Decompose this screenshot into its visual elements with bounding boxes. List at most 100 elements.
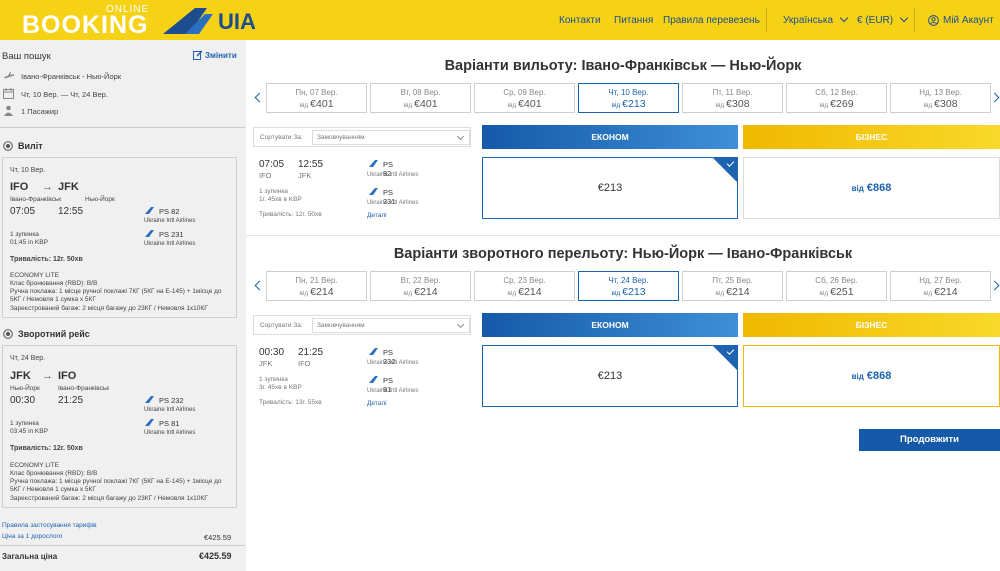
outbound-flight-1-no: PS 82 [159, 207, 180, 216]
inbound-summary-card: Чт, 24 Вер. JFK → IFO Нью-Йорк Івано-Фра… [2, 345, 237, 508]
leg-2-airline: Ukraine Intl Airlines [367, 388, 419, 394]
currency-select[interactable]: € (EUR) [857, 0, 909, 40]
date-price: від €251 [787, 286, 886, 298]
total-price-label: Загальна ціна [2, 552, 58, 561]
economy-price: €213 [597, 182, 623, 194]
outbound-hand-luggage: Ручна поклажа: 1 місце ручної поклажі 7К… [10, 288, 222, 303]
date-label: Пн, 07 Вер. [295, 88, 338, 97]
inbound-checked-baggage: Зареєстрований багаж: 2 місця багажу до … [10, 495, 208, 502]
price-value: €214 [310, 286, 334, 298]
price-value: €213 [622, 286, 646, 298]
next-dates-arrow-icon[interactable] [989, 92, 1000, 103]
section-divider [246, 235, 1000, 236]
flight-dep-time: 00:30 [259, 347, 285, 358]
flight-details-link[interactable]: Деталі [367, 212, 387, 219]
date-option[interactable]: Вт, 08 Вер. від €401 [370, 83, 471, 113]
date-price: від €214 [371, 286, 470, 298]
nav-rules[interactable]: Правила перевезень [663, 0, 760, 40]
from-label: від [611, 290, 621, 297]
price-value: €214 [726, 286, 750, 298]
date-option[interactable]: Чт, 10 Вер. від €213 [578, 83, 679, 113]
prev-dates-arrow-icon[interactable] [254, 92, 265, 103]
language-select[interactable]: Українська [783, 0, 849, 40]
chevron-down-icon [456, 132, 465, 141]
next-dates-arrow-icon[interactable] [989, 280, 1000, 291]
uia-airline-icon [145, 419, 154, 426]
user-icon [928, 14, 939, 26]
divider [0, 545, 245, 546]
account-link[interactable]: Мій Акаунт [928, 0, 994, 40]
logo-online-text: ONLINE [106, 4, 150, 15]
tariff-rules-link[interactable]: Правила застосування тарифів [2, 522, 97, 529]
date-option[interactable]: Вт, 22 Вер. від €214 [370, 271, 471, 301]
nav-faq[interactable]: Питання [614, 0, 653, 40]
business-price-wrap: від €868 [744, 182, 999, 194]
date-option[interactable]: Нд, 13 Вер. від €308 [890, 83, 991, 113]
outbound-to-code: JFK [58, 181, 79, 193]
date-option[interactable]: Пн, 07 Вер. від €401 [266, 83, 367, 113]
flight-to-code: JFK [298, 171, 312, 180]
prev-dates-arrow-icon[interactable] [254, 280, 265, 291]
date-label: Ср, 09 Вер. [503, 88, 546, 97]
outbound-summary-card: Чт, 10 Вер. IFO → JFK Івано-Франківськ Н… [2, 157, 237, 318]
change-search-link[interactable]: Змінити [193, 50, 237, 60]
price-value: €214 [934, 286, 958, 298]
date-option[interactable]: Пн, 21 Вер. від €214 [266, 271, 367, 301]
return-economy-fare[interactable]: €213 [482, 345, 738, 407]
date-label: Нд, 13 Вер. [919, 88, 962, 97]
nav-divider [914, 8, 915, 32]
outbound-economy-fare[interactable]: €213 [482, 157, 738, 219]
inbound-to-code: IFO [58, 370, 77, 382]
from-label: від [851, 372, 864, 381]
date-option[interactable]: Ср, 09 Вер. від €401 [474, 83, 575, 113]
nav-contacts[interactable]: Контакти [559, 0, 601, 40]
date-option[interactable]: Пт, 11 Вер. від €308 [682, 83, 783, 113]
flight-details-link[interactable]: Деталі [367, 400, 387, 407]
continue-button[interactable]: Продовжити [859, 429, 1000, 451]
date-option[interactable]: Пт, 25 Вер. від €214 [682, 271, 783, 301]
outbound-business-fare[interactable]: від €868 [743, 157, 1000, 219]
return-business-fare[interactable]: від €868 [743, 345, 1000, 407]
booking-uia-logo[interactable]: BOOKING ONLINE UIA [0, 0, 260, 40]
outbound-layover: 01:45 in KBP [10, 239, 48, 246]
sort-select[interactable]: Замовчуванням [312, 318, 470, 333]
sort-value: Замовчуванням [317, 322, 365, 329]
outbound-date: Чт, 10 Вер. [10, 167, 46, 174]
business-price-wrap: від €868 [744, 370, 999, 382]
inbound-from-city: Нью-Йорк [10, 385, 40, 392]
flight-layover: 3г. 45хв в KBP [259, 384, 302, 391]
flight-duration: Тривалість: 12г. 50хв [259, 211, 322, 218]
price-value: €401 [310, 98, 334, 110]
outbound-dep-time: 07:05 [10, 206, 36, 217]
chevron-down-icon [899, 13, 909, 23]
inbound-flight-2-airline: Ukraine Intl Airlines [144, 430, 196, 436]
inbound-duration: Тривалість: 12г. 50хв [10, 445, 83, 452]
from-label: від [923, 290, 933, 297]
leg-1-airline: Ukraine Intl Airlines [367, 360, 419, 366]
flight-duration: Тривалість: 13г. 55хв [259, 399, 322, 406]
uia-airline-icon [145, 396, 154, 403]
price-per-adult-label: Ціна за 1 дорослого [2, 533, 63, 540]
date-option[interactable]: Чт, 24 Вер. від €213 [578, 271, 679, 301]
date-price: від €213 [579, 286, 678, 298]
nav-rules-label: Правила перевезень [663, 14, 760, 26]
uia-airline-icon [145, 207, 154, 214]
nav-contacts-label: Контакти [559, 14, 601, 26]
date-price: від €213 [579, 98, 678, 110]
price-value: €401 [414, 98, 438, 110]
date-option[interactable]: Нд, 27 Вер. від €214 [890, 271, 991, 301]
date-option[interactable]: Ср, 23 Вер. від €214 [474, 271, 575, 301]
price-value: €308 [726, 98, 750, 110]
search-dates: Чт, 10 Вер. — Чт, 24 Вер. [21, 90, 108, 99]
from-label: від [507, 290, 517, 297]
sort-select[interactable]: Замовчуванням [312, 130, 470, 145]
date-label: Вт, 08 Вер. [400, 88, 441, 97]
outbound-checked-baggage: Зареєстрований багаж: 2 місця багажу до … [10, 305, 208, 312]
inbound-arr-time: 21:25 [58, 395, 84, 406]
price-value: €251 [830, 286, 854, 298]
flight-from-code: IFO [259, 171, 272, 180]
flight-to-code: IFO [298, 359, 311, 368]
date-option[interactable]: Сб, 26 Вер. від €251 [786, 271, 887, 301]
date-option[interactable]: Сб, 12 Вер. від €269 [786, 83, 887, 113]
from-label: від [403, 102, 413, 109]
